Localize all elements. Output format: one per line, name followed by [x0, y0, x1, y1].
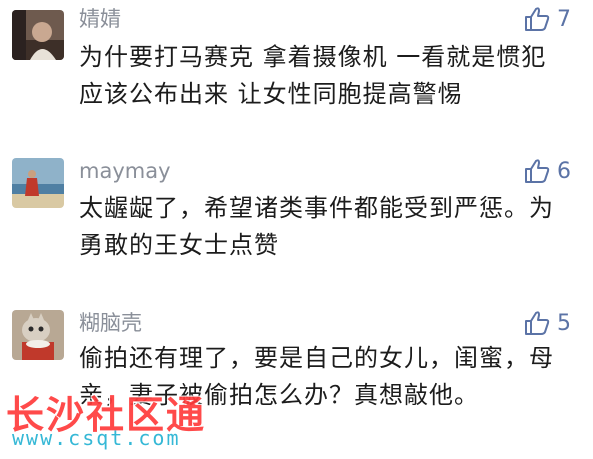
thumbs-up-icon — [525, 311, 550, 335]
watermark: 长沙社区通 www.csqt.com — [6, 384, 266, 459]
like-button[interactable]: 6 — [523, 158, 571, 184]
user-avatar[interactable] — [12, 158, 64, 208]
user-avatar[interactable] — [12, 10, 64, 60]
like-button[interactable]: 7 — [523, 6, 571, 32]
watermark-url: www.csqt.com — [12, 426, 181, 450]
username[interactable]: 糊脑壳 — [79, 310, 142, 336]
comment-text: 太龌龊了，希望诸类事件都能受到严惩。为勇敢的王女士点赞 — [79, 194, 554, 259]
avatar-icon — [12, 310, 64, 360]
like-button[interactable]: 5 — [523, 310, 571, 336]
like-count: 6 — [557, 158, 571, 184]
username[interactable]: maymay — [79, 158, 171, 184]
thumbs-up-icon — [525, 7, 550, 31]
like-count: 5 — [557, 310, 571, 336]
avatar-icon — [12, 10, 64, 60]
like-count: 7 — [557, 6, 571, 32]
comment-text: 为什要打马赛克 拿着摄像机 一看就是惯犯 应该公布出来 让女性同胞提高警惕 — [79, 43, 547, 108]
username[interactable]: 婧婧 — [79, 6, 121, 32]
avatar-icon — [12, 158, 64, 208]
user-avatar[interactable] — [12, 310, 64, 360]
thumbs-up-icon — [525, 159, 550, 183]
